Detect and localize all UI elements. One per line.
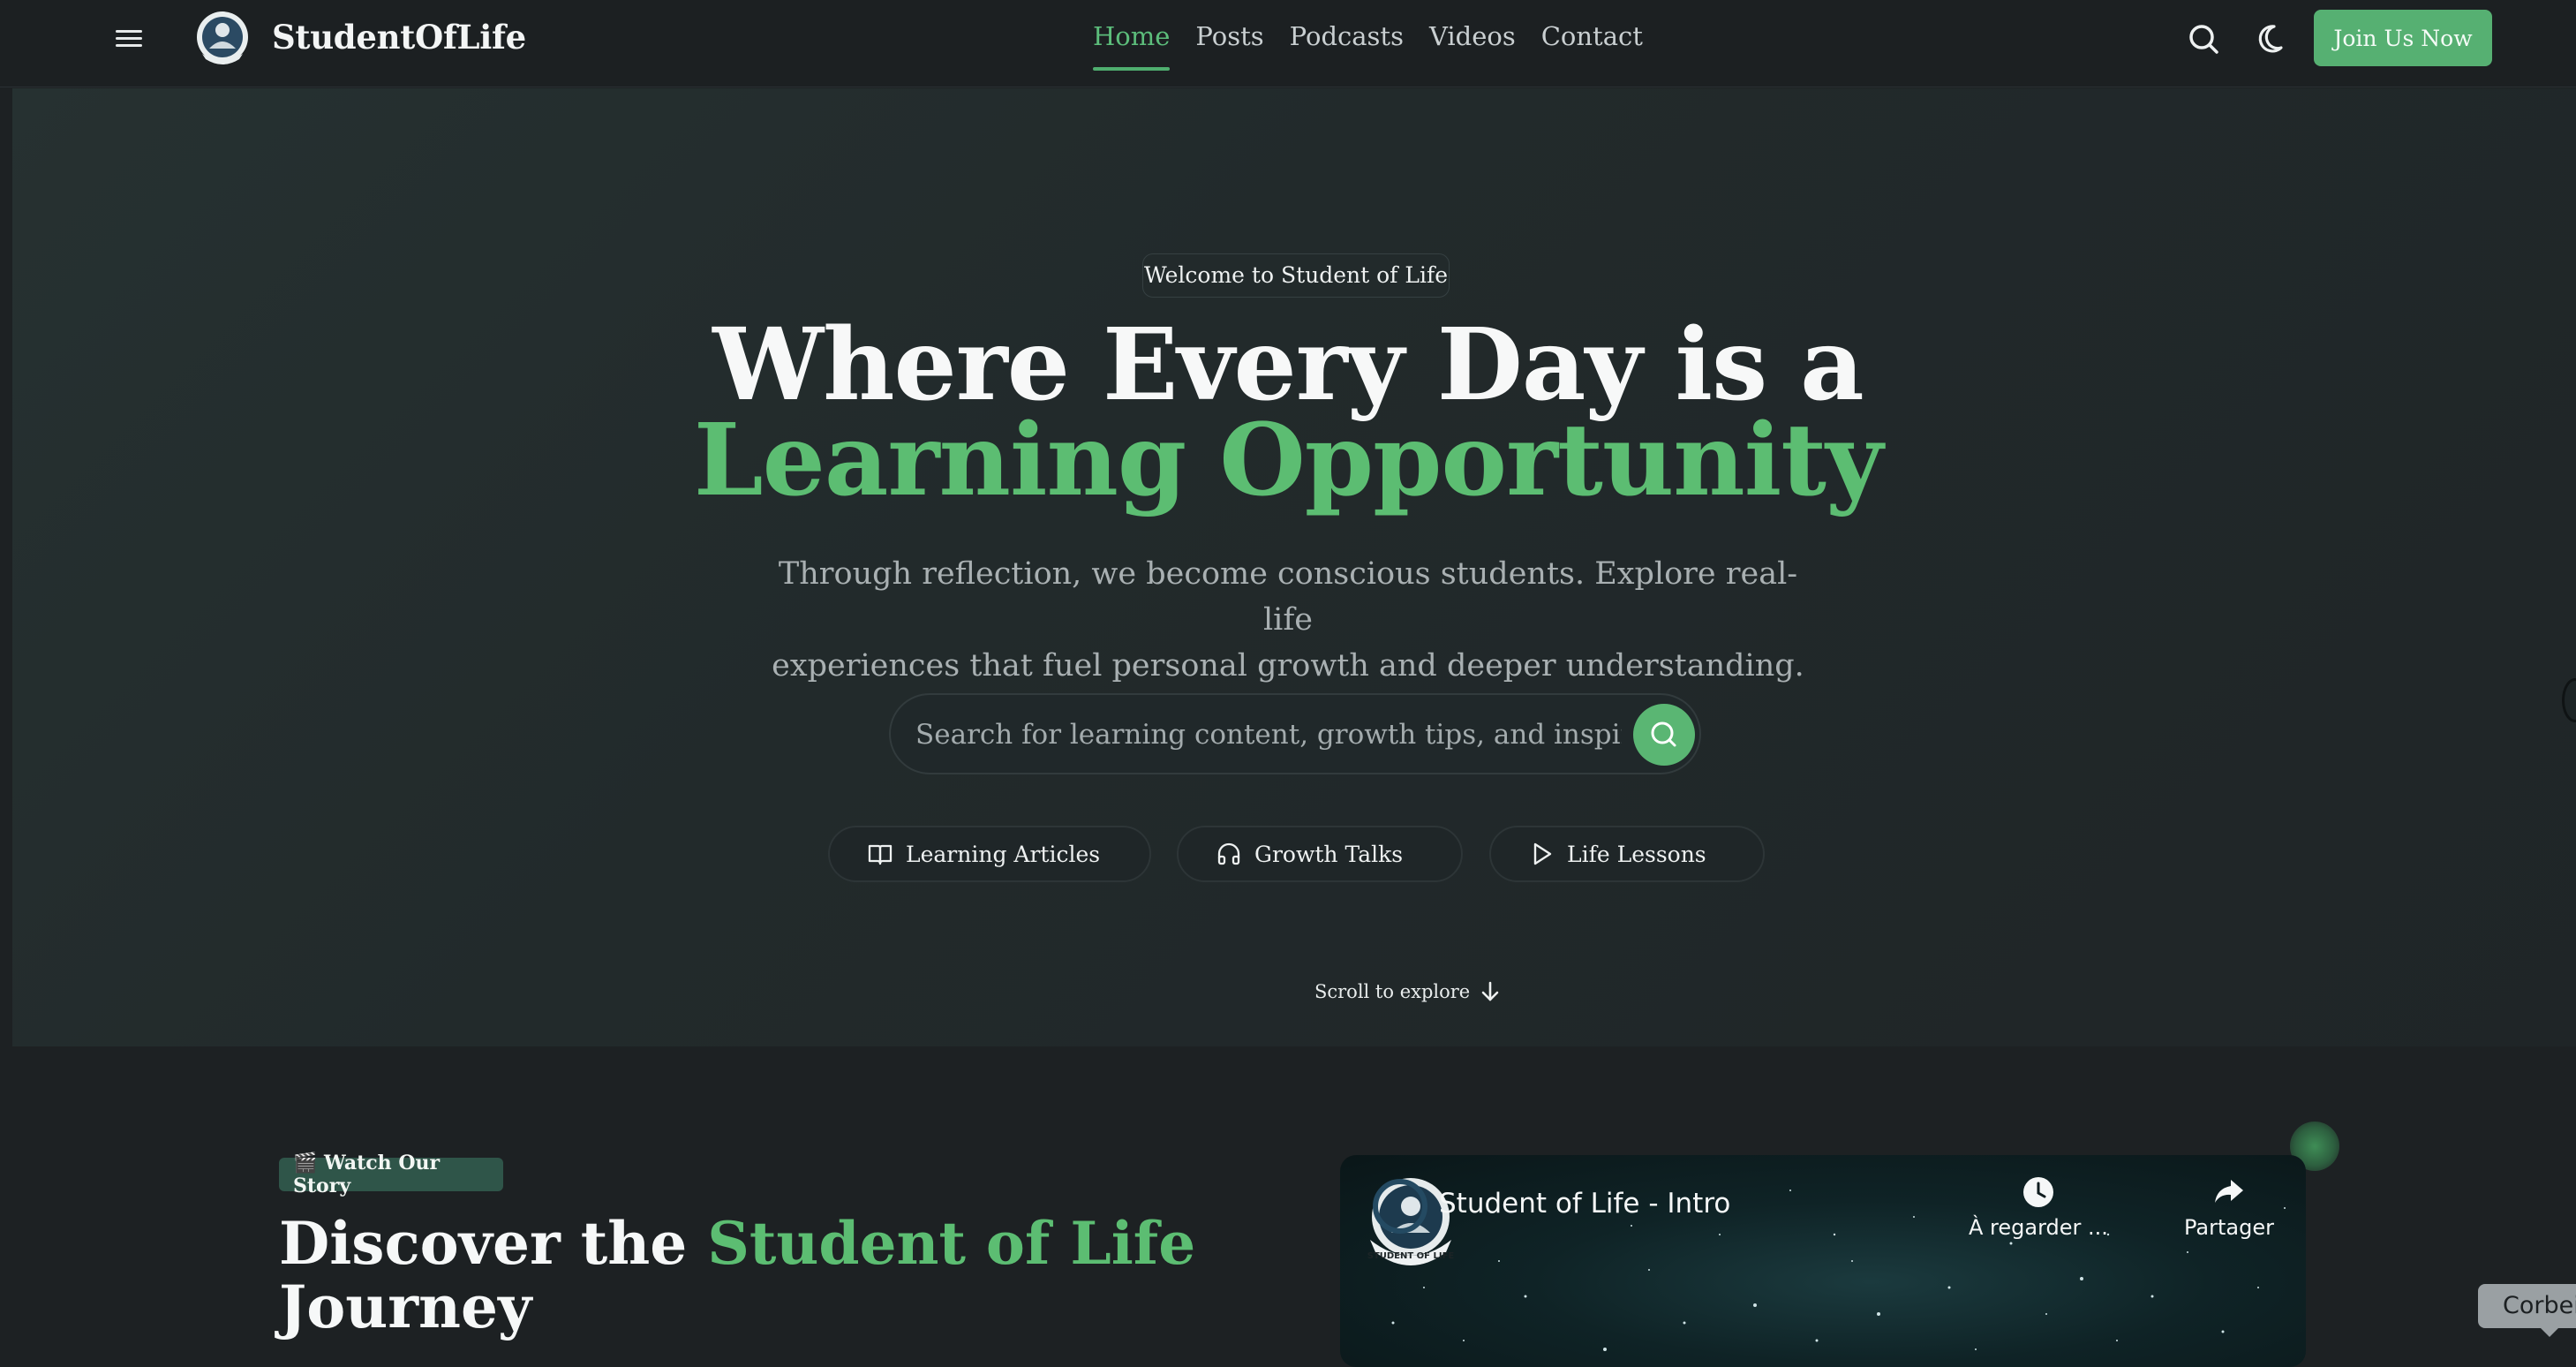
scroll-label: Scroll to explore (1314, 981, 1471, 1002)
video-channel-badge: STUDENT OF LIFE (1367, 1178, 1455, 1265)
story-title: Discover the Student of Life Journey (279, 1212, 1338, 1339)
logo-badge[interactable] (193, 10, 252, 68)
brand-name[interactable]: StudentOfLife (272, 18, 526, 57)
intro-video-player[interactable]: STUDENT OF LIFE Student of Life - Intro … (1340, 1155, 2306, 1367)
story-title-part-2: Journey (279, 1273, 532, 1341)
category-label: Growth Talks (1254, 841, 1404, 867)
share-button[interactable]: Partager (2184, 1174, 2274, 1240)
hero-search-bar (889, 693, 1701, 774)
watch-story-tag: 🎬 Watch Our Story (279, 1152, 503, 1197)
moon-icon[interactable] (2256, 21, 2292, 57)
nav-link-videos[interactable]: Videos (1429, 21, 1516, 71)
main-nav: Home Posts Podcasts Videos Contact (1093, 21, 1643, 71)
starfield-background (1391, 1190, 2286, 1351)
hero-headline: Where Every Day is a Learning Opportunit… (0, 316, 2576, 518)
hero-subtitle: Through reflection, we become conscious … (758, 551, 1818, 689)
book-open-icon (868, 844, 893, 865)
hero-search-input[interactable] (915, 711, 1622, 759)
subtitle-line-1: Through reflection, we become conscious … (778, 556, 1798, 638)
category-label: Learning Articles (906, 841, 1101, 867)
badge-text: STUDENT OF LIFE (1367, 1251, 1455, 1261)
top-navbar: StudentOfLife Home Posts Podcasts Videos… (0, 0, 2576, 87)
trash-tooltip: Corbeille (2478, 1284, 2576, 1328)
clock-icon (2022, 1177, 2053, 1207)
watch-later-label: À regarder ... (1969, 1215, 2108, 1240)
story-title-highlight: Student of Life (707, 1209, 1196, 1278)
headline-line-2: Learning Opportunity (693, 403, 1883, 518)
video-title[interactable]: Student of Life - Intro (1439, 1188, 1730, 1220)
nav-link-home[interactable]: Home (1093, 21, 1171, 71)
join-us-button[interactable]: Join Us Now (2314, 10, 2492, 66)
nav-link-podcasts[interactable]: Podcasts (1290, 21, 1404, 71)
search-icon[interactable] (2186, 21, 2221, 57)
subtitle-line-2: experiences that fuel personal growth an… (772, 648, 1804, 684)
scroll-to-explore[interactable]: Scroll to explore (1314, 978, 1502, 1005)
tooltip-tail (2539, 1326, 2560, 1337)
category-label: Life Lessons (1567, 841, 1706, 867)
search-icon (1651, 721, 1676, 747)
arrow-down-icon (1481, 981, 1499, 1001)
category-life-lessons[interactable]: Life Lessons (1489, 826, 1765, 882)
nav-link-posts[interactable]: Posts (1195, 21, 1263, 71)
share-label: Partager (2184, 1215, 2274, 1240)
headphones-icon (1217, 842, 1240, 865)
share-arrow-icon (2214, 1180, 2243, 1203)
category-growth-talks[interactable]: Growth Talks (1177, 826, 1463, 882)
nav-link-contact[interactable]: Contact (1541, 21, 1643, 71)
story-title-part-1: Discover the (279, 1209, 708, 1278)
watch-later-button[interactable]: À regarder ... (1969, 1174, 2108, 1240)
hero-search-button[interactable] (1633, 704, 1695, 766)
category-learning-articles[interactable]: Learning Articles (828, 826, 1151, 882)
welcome-pill: Welcome to Student of Life (1142, 253, 1450, 298)
menu-icon[interactable] (116, 26, 142, 52)
play-icon (1533, 842, 1552, 865)
